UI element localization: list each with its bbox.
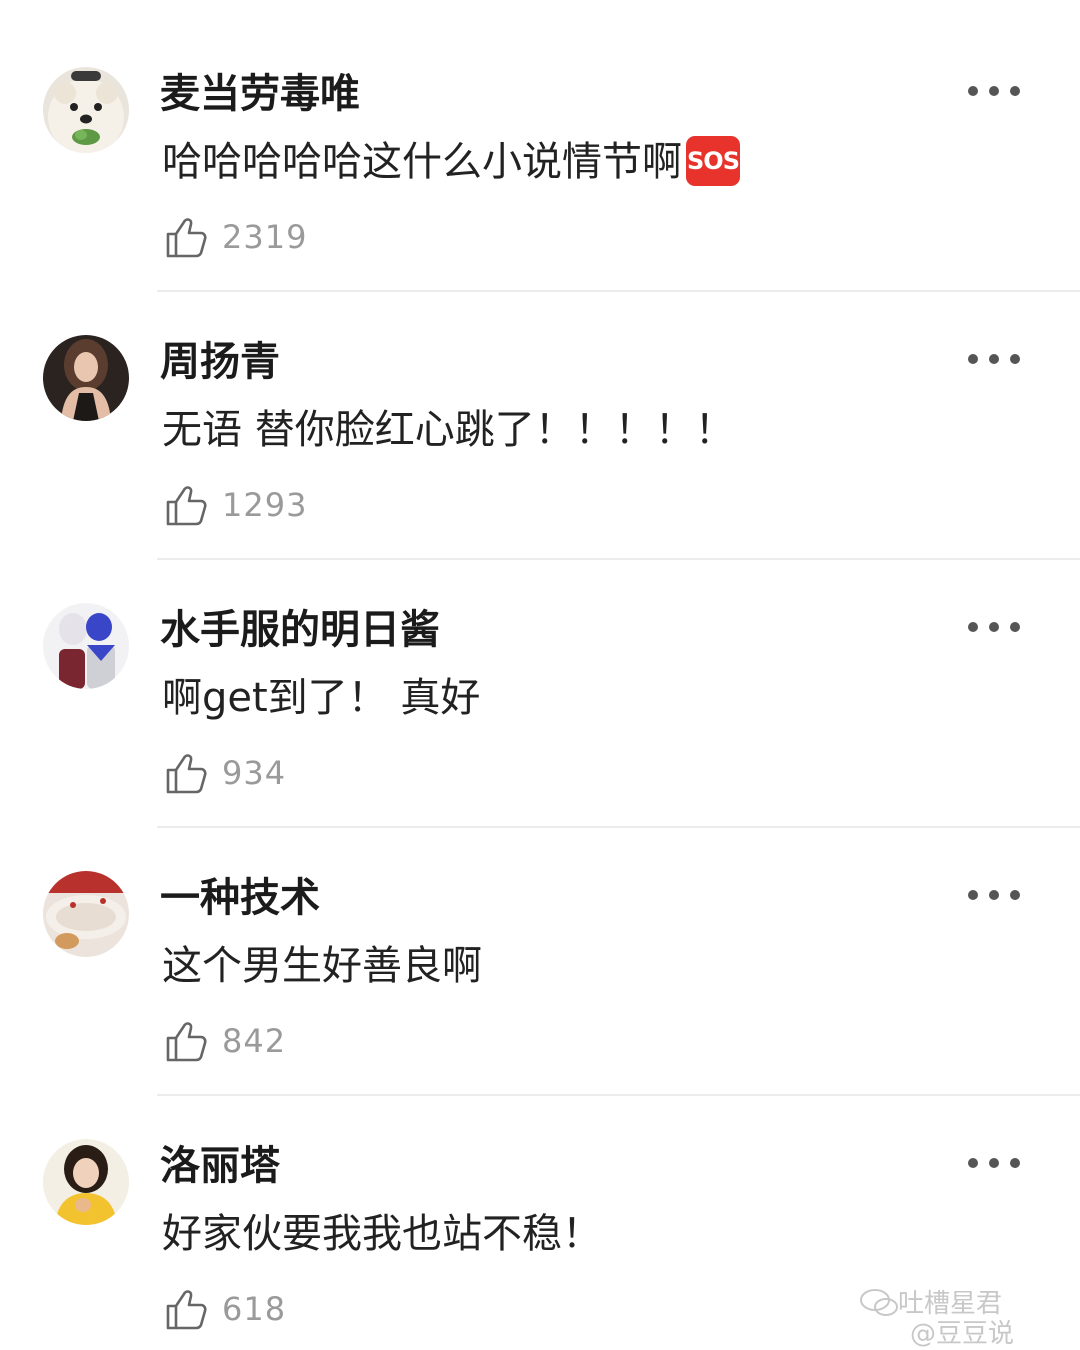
comment-text: 无语 替你脸红心跳了！！！！！: [162, 407, 735, 453]
thumbs-up-icon: [166, 1290, 207, 1330]
cake-avatar-icon: [43, 871, 129, 957]
username[interactable]: 周扬青: [160, 334, 280, 390]
more-options-icon[interactable]: [968, 348, 1020, 370]
more-options-icon[interactable]: [968, 616, 1020, 638]
comment-text: 这个男生好善良啊: [162, 943, 482, 989]
more-options-icon[interactable]: [968, 884, 1020, 906]
username[interactable]: 洛丽塔: [160, 1138, 280, 1194]
more-options-icon[interactable]: [968, 1152, 1020, 1174]
thumbs-up-icon: [166, 218, 207, 258]
woman-portrait-avatar-icon: [43, 335, 129, 421]
like-count: 934: [222, 754, 287, 792]
like-count: 842: [222, 1022, 287, 1060]
like-count: 1293: [222, 486, 308, 524]
girl-yellow-avatar-icon: [43, 1139, 129, 1225]
username[interactable]: 水手服的明日酱: [160, 602, 440, 658]
like-count: 2319: [222, 218, 308, 256]
like-button[interactable]: 2319: [163, 212, 307, 262]
thumbs-up-icon: [166, 486, 207, 526]
avatar[interactable]: [43, 1139, 129, 1225]
more-options-icon[interactable]: [968, 80, 1020, 102]
comment-item: 一种技术 这个男生好善良啊 842: [0, 804, 1080, 1096]
comment-text: 哈哈哈哈哈这什么小说情节啊 SOS: [162, 134, 740, 190]
watermark-line2: @豆豆说: [910, 1319, 1015, 1349]
avatar[interactable]: [43, 335, 129, 421]
like-button[interactable]: 618: [163, 1284, 286, 1334]
like-button[interactable]: 842: [163, 1016, 286, 1066]
comment-item: 麦当劳毒唯 哈哈哈哈哈这什么小说情节啊 SOS 2319: [0, 0, 1080, 292]
avatar[interactable]: [43, 871, 129, 957]
comment-text: 好家伙要我我也站不稳！: [162, 1211, 602, 1257]
watermark: 吐槽星君 @豆豆说: [860, 1283, 1068, 1349]
anime-couple-avatar-icon: [43, 603, 129, 689]
like-button[interactable]: 1293: [163, 480, 307, 530]
comment-item: 周扬青 无语 替你脸红心跳了！！！！！ 1293: [0, 268, 1080, 560]
wechat-icon: [860, 1289, 898, 1316]
username[interactable]: 一种技术: [160, 870, 320, 926]
sos-emoji-icon: SOS: [686, 136, 740, 186]
dog-avatar-icon: [43, 67, 129, 153]
thumbs-up-icon: [166, 754, 207, 794]
avatar[interactable]: [43, 67, 129, 153]
comment-item: 水手服的明日酱 啊get到了！ 真好 934: [0, 536, 1080, 828]
like-button[interactable]: 934: [163, 748, 286, 798]
avatar[interactable]: [43, 603, 129, 689]
comment-text-content: 哈哈哈哈哈这什么小说情节啊: [162, 139, 682, 185]
like-count: 618: [222, 1290, 287, 1328]
thumbs-up-icon: [166, 1022, 207, 1062]
comment-text: 啊get到了！ 真好: [162, 675, 481, 721]
username[interactable]: 麦当劳毒唯: [160, 66, 360, 122]
